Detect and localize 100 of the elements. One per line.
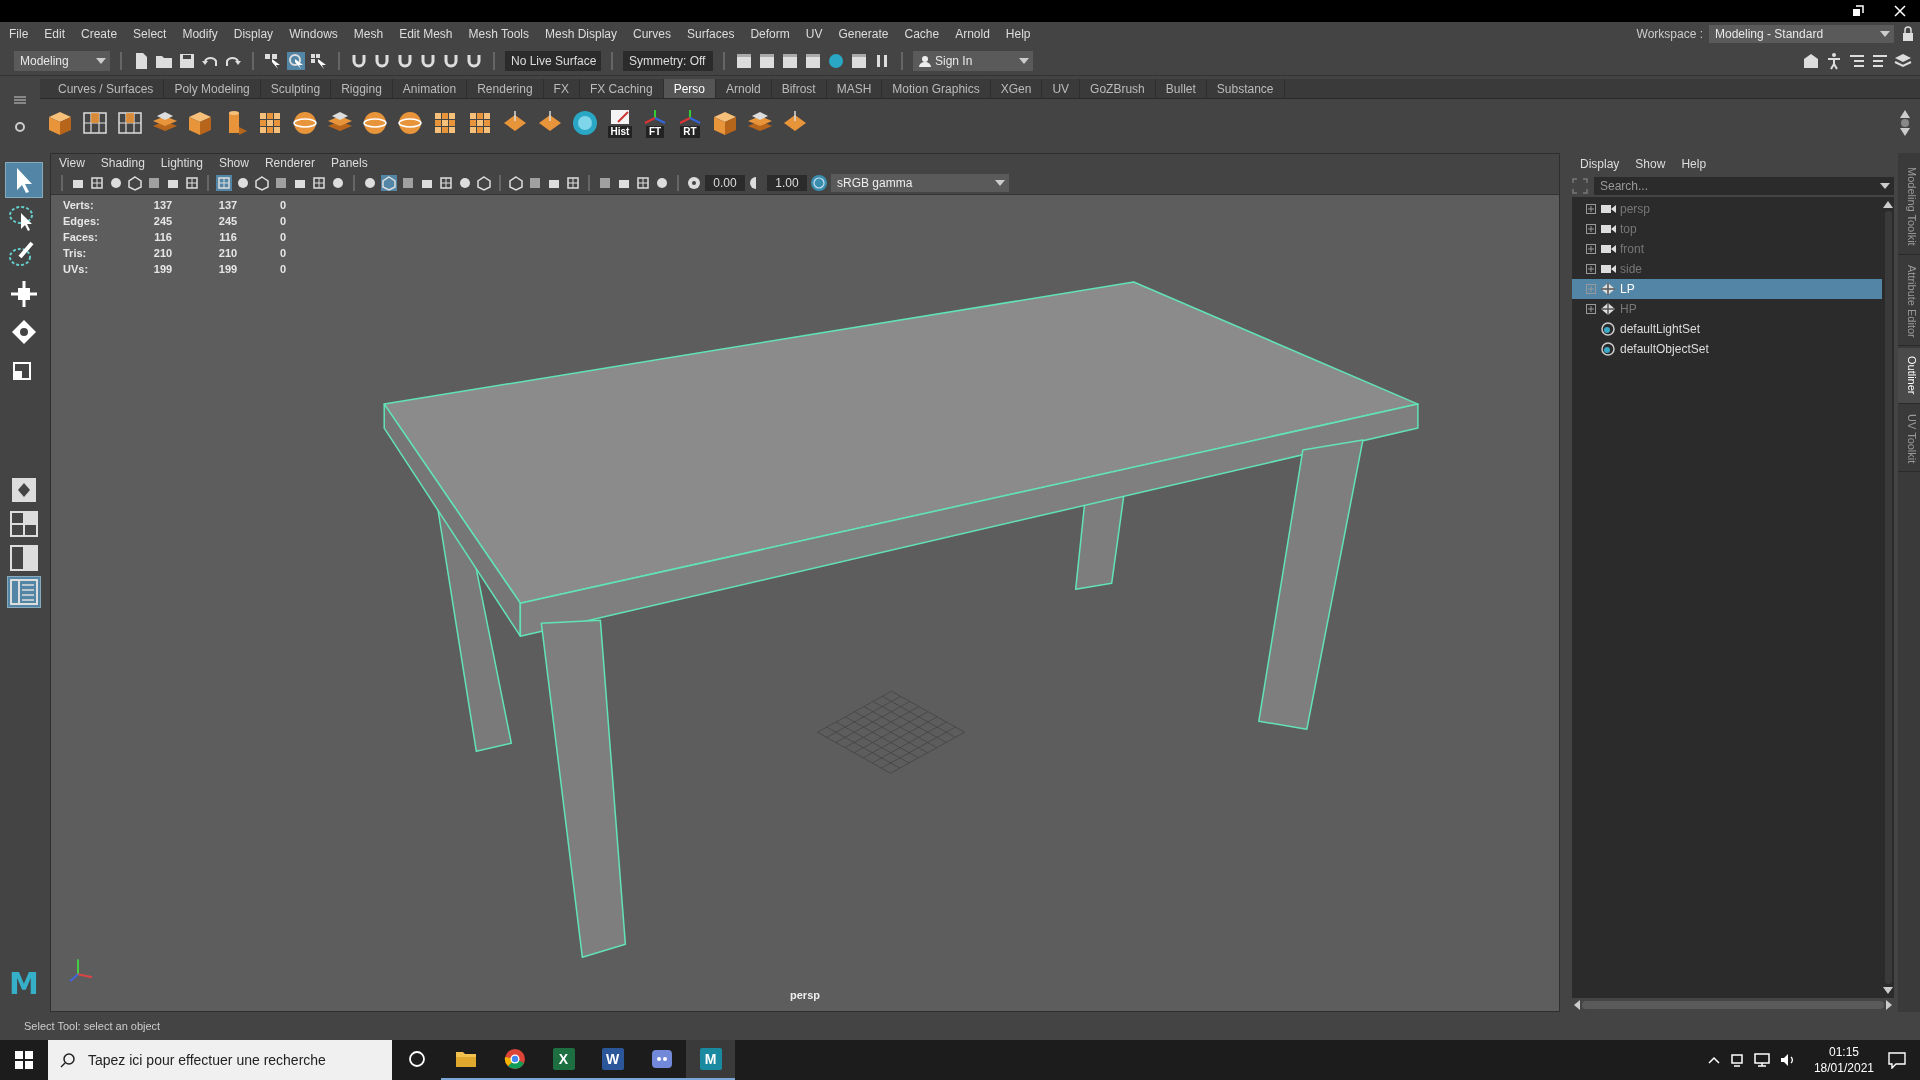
scroll-up-icon[interactable] bbox=[1883, 200, 1893, 208]
tree-item[interactable]: defaultObjectSet bbox=[1572, 338, 1882, 359]
vertical-tab[interactable]: Outliner bbox=[1898, 348, 1920, 404]
menu-item[interactable]: Help bbox=[1005, 26, 1039, 41]
menu-item[interactable]: Display bbox=[233, 26, 282, 41]
gamma-field[interactable]: 1.00 bbox=[767, 174, 807, 191]
outliner-menu-item[interactable]: Display bbox=[1580, 156, 1620, 171]
layers-icon[interactable] bbox=[1894, 51, 1912, 70]
figure-icon[interactable] bbox=[1825, 51, 1843, 70]
panel-menu-item[interactable]: Lighting bbox=[160, 155, 203, 170]
color-management-icon[interactable] bbox=[810, 173, 828, 192]
vertical-tab[interactable]: UV Toolkit bbox=[1898, 405, 1920, 473]
scroll-down-icon[interactable] bbox=[1883, 987, 1893, 995]
panel-menu-item[interactable]: Panels bbox=[330, 155, 368, 170]
cube-icon[interactable] bbox=[186, 109, 214, 138]
caret-up-icon[interactable] bbox=[1707, 1056, 1720, 1064]
settings-icon[interactable] bbox=[14, 120, 26, 133]
menu-item[interactable]: Select bbox=[133, 26, 175, 41]
lock-icon[interactable] bbox=[1902, 25, 1914, 42]
four-view-icon[interactable] bbox=[8, 508, 40, 539]
cube-icon[interactable] bbox=[381, 174, 397, 191]
menu-item[interactable]: Mesh Display bbox=[545, 26, 626, 41]
shelf-tab[interactable]: Animation bbox=[392, 79, 468, 99]
grid-icon[interactable] bbox=[89, 174, 105, 191]
expand-icon[interactable] bbox=[1586, 203, 1596, 214]
scroll-up-icon[interactable] bbox=[1900, 110, 1910, 119]
shelf-tab[interactable]: UV bbox=[1042, 79, 1081, 99]
aperture-icon[interactable] bbox=[686, 174, 702, 191]
menu-icon[interactable] bbox=[14, 95, 26, 104]
clock-time[interactable]: 01:15 bbox=[1828, 1044, 1859, 1060]
outliner-menu-item[interactable]: Help bbox=[1681, 156, 1707, 171]
live-surface-field[interactable]: No Live Surface bbox=[505, 50, 601, 71]
shelf-tab[interactable]: Motion Graphics bbox=[882, 79, 991, 99]
menu-item[interactable]: UV bbox=[805, 26, 831, 41]
shelf-tab[interactable]: FX Caching bbox=[579, 79, 664, 99]
shelf-tab[interactable]: Perso bbox=[663, 79, 716, 99]
shelf-tab[interactable]: Arnold bbox=[716, 79, 772, 99]
menu-item[interactable]: Edit Mesh bbox=[399, 26, 461, 41]
shelf-tab[interactable]: FX bbox=[543, 79, 580, 99]
shelf-button[interactable]: FT bbox=[641, 108, 669, 139]
chrome-icon[interactable] bbox=[503, 1048, 526, 1070]
viewport-canvas[interactable]: Verts: 137 137 0 Edges: 245 245 0 Faces: 116 116 0 Tris: 210 210 0 UVs: 199 199 0 persp bbox=[51, 193, 1559, 1012]
house-icon[interactable] bbox=[1802, 51, 1820, 70]
selection-mode-icon[interactable] bbox=[310, 51, 328, 70]
menu-item[interactable]: Curves bbox=[633, 26, 680, 41]
symmetry-dropdown[interactable]: Symmetry: Off bbox=[623, 50, 713, 71]
sign-in-dropdown[interactable]: Sign In bbox=[913, 50, 1033, 71]
clapperboard-icon[interactable] bbox=[758, 51, 776, 70]
menu-item[interactable]: Edit bbox=[44, 26, 74, 41]
game-controller-icon[interactable] bbox=[650, 1048, 673, 1070]
shelf-button[interactable]: Hist bbox=[606, 108, 634, 139]
exposure-field[interactable]: 0.00 bbox=[705, 174, 745, 191]
two-view-icon[interactable] bbox=[8, 542, 40, 573]
select-tool-icon[interactable] bbox=[6, 162, 42, 197]
shelf-tab[interactable]: Poly Modeling bbox=[164, 79, 261, 99]
shelf-tab[interactable]: Sculpting bbox=[260, 79, 332, 99]
expand-icon[interactable] bbox=[1586, 223, 1596, 234]
scroll-right-icon[interactable] bbox=[1886, 1000, 1892, 1011]
panel-menu-item[interactable]: View bbox=[59, 155, 85, 170]
panel-menu-item[interactable]: Shading bbox=[100, 155, 145, 170]
cube-icon[interactable] bbox=[476, 174, 492, 191]
panel-menu-item[interactable]: Renderer bbox=[264, 155, 315, 170]
dot-icon[interactable] bbox=[1900, 118, 1910, 129]
tree-item[interactable]: LP bbox=[1572, 278, 1882, 299]
vertical-tab[interactable]: Attribute Editor bbox=[1898, 256, 1920, 347]
shelf-tab[interactable]: Bifrost bbox=[771, 79, 827, 99]
scroll-left-icon[interactable] bbox=[1574, 1000, 1580, 1011]
menu-item[interactable]: Create bbox=[81, 26, 126, 41]
mode-dropdown[interactable]: Modeling bbox=[14, 50, 110, 71]
cube-icon[interactable] bbox=[127, 174, 143, 191]
vertical-tab[interactable]: Modeling Toolkit bbox=[1898, 158, 1920, 255]
menu-item[interactable]: Generate bbox=[838, 26, 897, 41]
grid-icon[interactable] bbox=[438, 174, 454, 191]
clapperboard-icon[interactable] bbox=[735, 51, 753, 70]
restore-icon[interactable] bbox=[1852, 4, 1864, 17]
disc-icon[interactable] bbox=[571, 109, 599, 138]
menu-item[interactable]: Deform bbox=[750, 26, 798, 41]
menu-item[interactable]: Surfaces bbox=[687, 26, 743, 41]
menu-item[interactable]: Arnold bbox=[955, 26, 998, 41]
shelf-tab[interactable]: Rigging bbox=[331, 79, 393, 99]
outliner-menu-item[interactable]: Show bbox=[1635, 156, 1666, 171]
search-box[interactable]: Search... bbox=[1594, 176, 1894, 195]
close-icon[interactable] bbox=[1894, 4, 1906, 17]
selection-mode-icon[interactable] bbox=[287, 51, 305, 70]
excel-taskbar-button[interactable]: X bbox=[539, 1040, 588, 1080]
expand-icon[interactable] bbox=[1586, 263, 1596, 274]
grid-icon[interactable] bbox=[216, 174, 232, 191]
clapperboard-icon[interactable] bbox=[781, 51, 799, 70]
selection-mode-icon[interactable] bbox=[264, 51, 282, 70]
cube-icon[interactable] bbox=[46, 109, 74, 138]
save-icon[interactable] bbox=[178, 51, 196, 70]
clock-date[interactable]: 18/01/2021 bbox=[1813, 1060, 1874, 1076]
word-taskbar-button[interactable]: W bbox=[588, 1040, 637, 1080]
menu-item[interactable]: Modify bbox=[182, 26, 226, 41]
cube-icon[interactable] bbox=[711, 109, 739, 138]
search-field[interactable]: Tapez ici pour effectuer une recherche bbox=[86, 1051, 386, 1069]
shelf-tab[interactable]: Curves / Surfaces bbox=[48, 79, 165, 99]
maya-taskbar-button[interactable]: M bbox=[686, 1040, 735, 1080]
caret-icon[interactable] bbox=[1880, 182, 1890, 189]
menu-item[interactable]: Mesh bbox=[353, 26, 392, 41]
